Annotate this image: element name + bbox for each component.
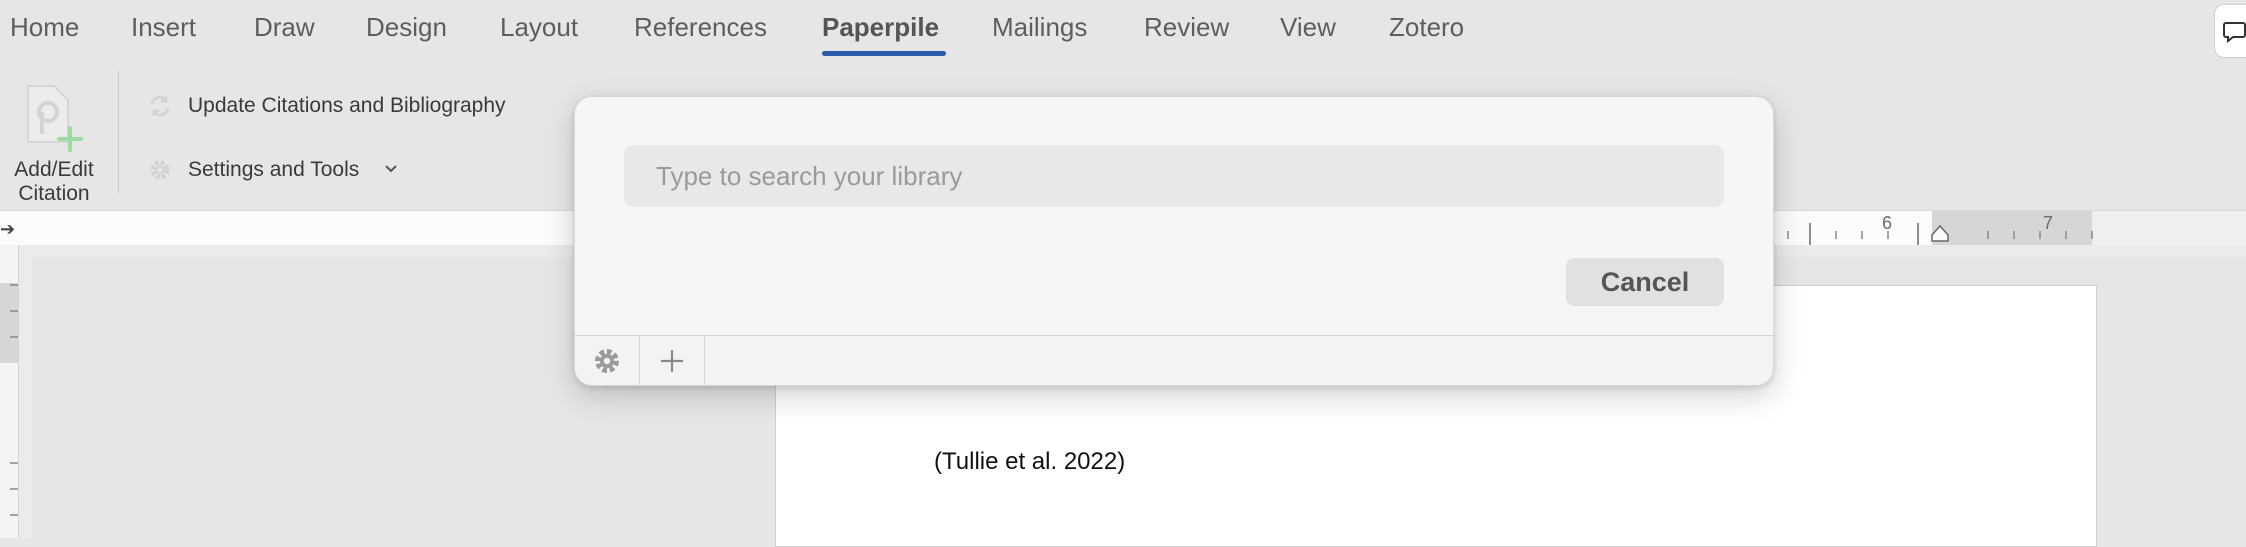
tab-review[interactable]: Review <box>1144 12 1229 43</box>
tab-layout[interactable]: Layout <box>500 12 578 43</box>
chevron-down-icon <box>385 165 397 173</box>
plus-icon <box>661 350 683 372</box>
add-edit-label-line2: Citation <box>18 182 90 205</box>
ribbon-divider <box>118 70 119 194</box>
refresh-icon <box>150 95 170 117</box>
tab-references[interactable]: References <box>634 12 767 43</box>
vertical-ruler-ticks <box>10 284 18 516</box>
vertical-ruler <box>0 245 19 538</box>
add-edit-label-line1: Add/Edit <box>14 158 94 181</box>
gear-icon <box>150 160 170 180</box>
citation-search-dialog: Cancel <box>574 96 1774 386</box>
footer-add-button[interactable] <box>640 336 705 385</box>
ruler-label-6: 6 <box>1882 213 1893 233</box>
dialog-footer-toolbar <box>575 335 1773 385</box>
settings-and-tools-label: Settings and Tools <box>188 158 360 181</box>
ribbon-tab-bar: Home Insert Draw Design Layout Reference… <box>0 0 2246 62</box>
tab-draw[interactable]: Draw <box>254 12 315 43</box>
library-search-input[interactable] <box>624 145 1724 207</box>
tab-zotero[interactable]: Zotero <box>1389 12 1464 43</box>
citation-text[interactable]: (Tullie et al. 2022) <box>934 448 1125 476</box>
ruler-indent-arrow-icon: ➔ <box>0 219 16 239</box>
tab-view[interactable]: View <box>1280 12 1336 43</box>
ruler-label-7: 7 <box>2043 213 2054 233</box>
gear-icon <box>595 349 619 373</box>
cancel-button[interactable]: Cancel <box>1566 258 1724 306</box>
document-plus-icon <box>27 85 83 152</box>
footer-settings-button[interactable] <box>575 336 640 385</box>
comments-button[interactable] <box>2214 4 2246 58</box>
tab-mailings[interactable]: Mailings <box>992 12 1087 43</box>
active-tab-indicator <box>822 51 946 56</box>
comment-icon <box>2223 22 2246 43</box>
tab-paperpile[interactable]: Paperpile <box>822 12 939 43</box>
tab-home[interactable]: Home <box>10 12 79 43</box>
tab-insert[interactable]: Insert <box>131 12 196 43</box>
add-edit-citation-button[interactable]: Add/Edit Citation <box>0 72 108 205</box>
ruler-indent-marker[interactable] <box>1931 224 1949 242</box>
tab-design[interactable]: Design <box>366 12 447 43</box>
update-citations-label: Update Citations and Bibliography <box>188 94 506 117</box>
